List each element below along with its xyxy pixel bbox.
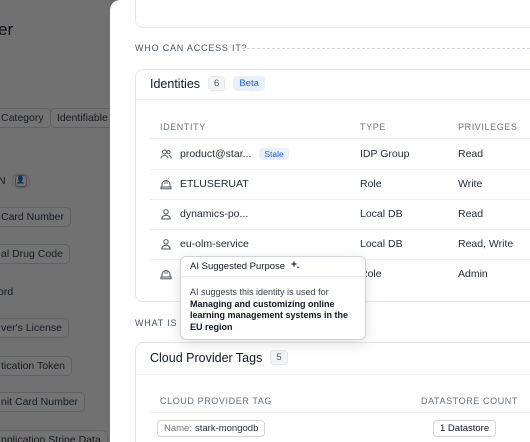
- identity-privileges: Read: [458, 148, 484, 160]
- identity-name[interactable]: dynamics-po...: [180, 208, 248, 220]
- role-icon: [160, 268, 172, 280]
- identity-type: Local DB: [360, 208, 403, 220]
- identity-name[interactable]: ETLUSERUAT: [180, 178, 249, 190]
- sparkle-icon: [290, 260, 300, 273]
- identity-type: IDP Group: [360, 148, 410, 160]
- identity-name[interactable]: product@star...: [180, 148, 251, 160]
- identity-column-header: IDENTITY: [160, 122, 206, 132]
- cloud-tags-card-header: Cloud Provider Tags 5: [150, 350, 288, 365]
- table-row[interactable]: ETLUSERUAT Role Write: [136, 169, 530, 199]
- background-page: er Category Identifiable N 👤 Card Number …: [0, 0, 110, 442]
- identity-name[interactable]: eu-olm-service: [180, 238, 249, 250]
- tooltip-purpose: Managing and customizing online learning…: [190, 298, 349, 332]
- table-row[interactable]: product@star... Stale IDP Group Read: [136, 139, 530, 169]
- identity-privileges: Read, Write: [458, 238, 514, 250]
- who-can-access-label: WHO CAN ACCESS IT?: [135, 43, 248, 53]
- page-title: er: [0, 20, 14, 39]
- identity-privileges: Write: [458, 178, 483, 190]
- type-column-header: TYPE: [360, 122, 386, 132]
- previous-section-card: [135, 0, 530, 28]
- list-item: nit Card Number: [0, 392, 86, 412]
- details-drawer: WHO CAN ACCESS IT? Identities 6 Beta IDE…: [110, 0, 530, 442]
- cloud-tags-title: Cloud Provider Tags: [150, 350, 263, 365]
- role-icon: [160, 178, 172, 190]
- list-item: ord: [0, 286, 14, 298]
- list-item: Card Number: [0, 207, 72, 227]
- list-item: ver's License: [0, 318, 69, 338]
- identity-type: Role: [360, 178, 382, 190]
- category-filter-chip[interactable]: Category: [0, 108, 51, 128]
- identity-type: Local DB: [360, 238, 403, 250]
- table-row[interactable]: dynamics-po... Local DB Read: [136, 199, 530, 229]
- cloud-tags-count-badge: 5: [270, 350, 288, 365]
- list-item: pplication Stripe Data: [0, 430, 108, 442]
- list-item: N 👤: [0, 174, 30, 188]
- cloud-provider-tags-card: Cloud Provider Tags 5 CLOUD PROVIDER TAG…: [135, 342, 530, 442]
- identity-privileges: Read: [458, 208, 484, 220]
- beta-badge: Beta: [233, 76, 265, 91]
- tooltip-intro: AI suggests this identity is used for: [190, 287, 329, 297]
- stale-badge: Stale: [259, 148, 289, 160]
- table-row[interactable]: Name: stark-mongodb 1 Datastore: [136, 413, 530, 442]
- identities-card-header: Identities 6 Beta: [150, 76, 265, 91]
- list-item: tication Token: [0, 356, 73, 376]
- identities-title: Identities: [150, 76, 201, 91]
- datastore-count-column-header: DATASTORE COUNT: [421, 396, 519, 406]
- identity-privileges: Admin: [458, 268, 488, 280]
- ai-suggested-purpose-tooltip: AI Suggested Purpose AI suggests this id…: [180, 256, 366, 340]
- user-icon: [160, 208, 172, 220]
- privileges-column-header: PRIVILEGES: [458, 122, 518, 132]
- tooltip-header: AI Suggested Purpose: [181, 257, 365, 277]
- datastore-count-chip[interactable]: 1 Datastore: [433, 419, 497, 437]
- cloud-provider-tag-column-header: CLOUD PROVIDER TAG: [160, 396, 272, 406]
- list-item: al Drug Code: [0, 244, 70, 264]
- section-divider: [242, 48, 530, 49]
- user-icon: [160, 238, 172, 250]
- cloud-tag-chip[interactable]: Name: stark-mongodb: [157, 419, 266, 437]
- identifiable-filter-chip[interactable]: Identifiable: [50, 108, 110, 128]
- user-icon: 👤: [14, 175, 27, 187]
- user-group-icon: [160, 148, 172, 160]
- table-row[interactable]: eu-olm-service Local DB Read, Write: [136, 229, 530, 259]
- tooltip-title: AI Suggested Purpose: [190, 261, 286, 272]
- identities-count-badge: 6: [208, 76, 226, 91]
- tooltip-body: AI suggests this identity is used for Ma…: [190, 287, 357, 333]
